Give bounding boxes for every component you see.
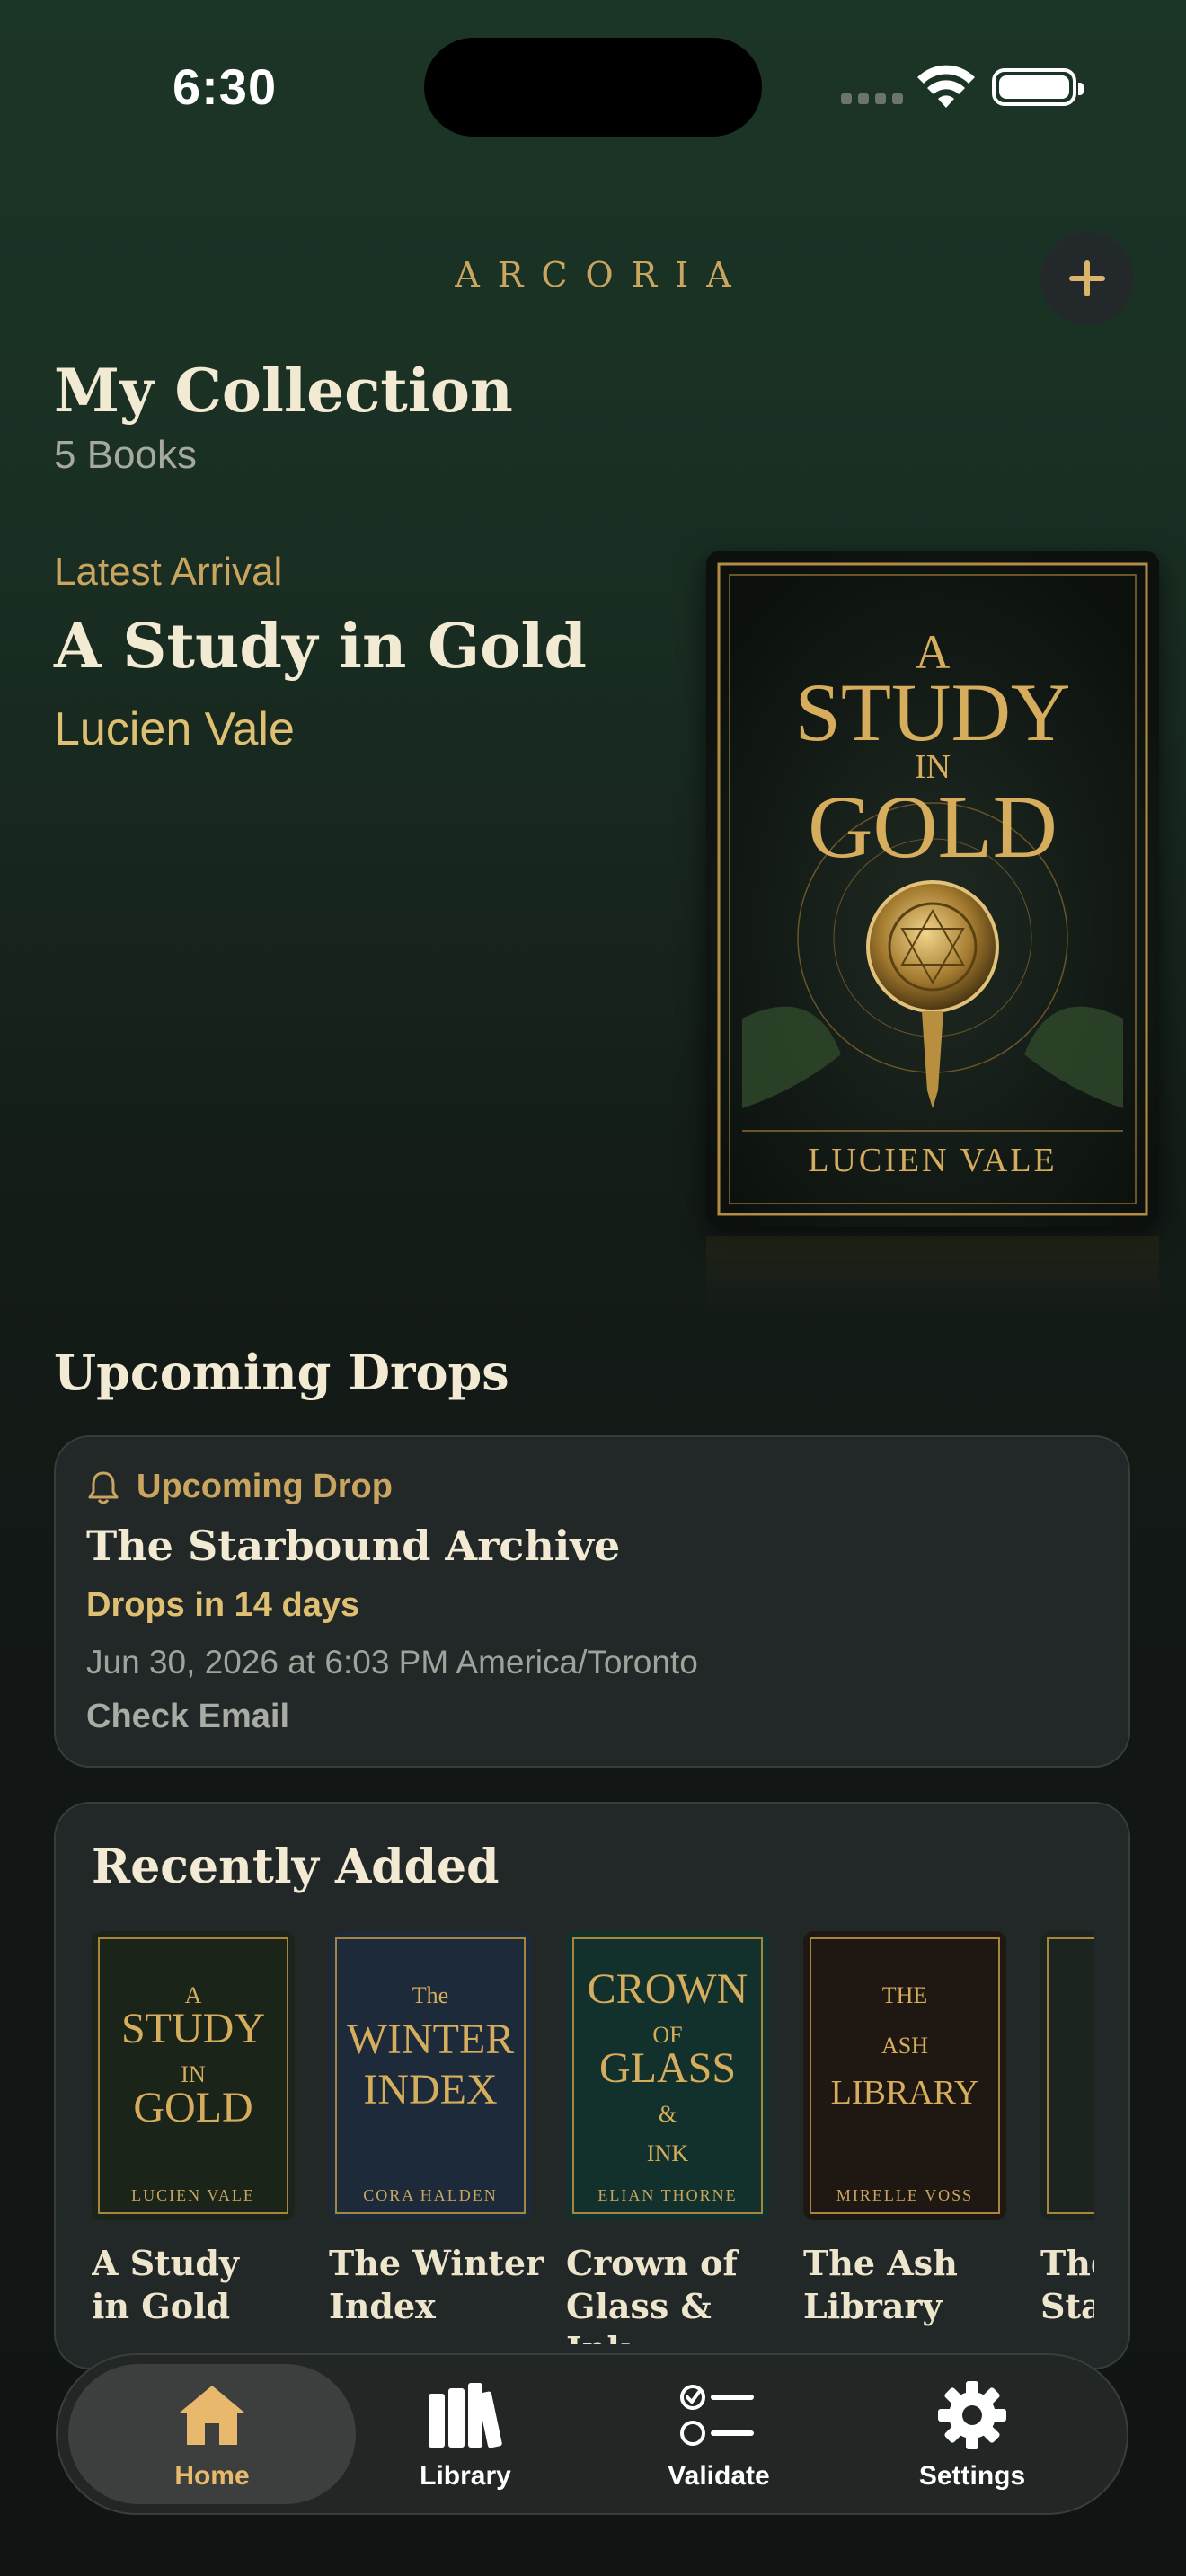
- svg-text:LUCIEN VALE: LUCIEN VALE: [808, 1142, 1058, 1179]
- recent-book-item[interactable]: STA TheStar: [1040, 1931, 1094, 2328]
- tab-home[interactable]: Home: [95, 2375, 329, 2510]
- tab-settings[interactable]: Settings: [855, 2375, 1089, 2510]
- svg-text:CROWN: CROWN: [588, 1965, 748, 2013]
- recent-book-title-line: Library: [803, 2286, 943, 2326]
- svg-text:STUDY: STUDY: [121, 2005, 265, 2052]
- recent-book-title-line: in Gold: [92, 2286, 231, 2326]
- recent-book-title-line: Glass & Ink: [566, 2286, 712, 2344]
- recent-book-title: Crown ofGlass & Ink: [566, 2242, 782, 2344]
- tab-library[interactable]: Library: [349, 2375, 582, 2510]
- svg-text:LIBRARY: LIBRARY: [831, 2074, 979, 2112]
- svg-text:MIRELLE VOSS: MIRELLE VOSS: [836, 2186, 973, 2204]
- cellular-signal-icon: [841, 93, 904, 106]
- svg-text:ASH: ASH: [881, 2033, 928, 2059]
- recent-book-item[interactable]: A STUDY IN GOLD LUCIEN VALE A Study in Gold: [92, 1931, 295, 2328]
- recent-book-cover[interactable]: A STUDY IN GOLD LUCIEN VALE: [92, 1931, 295, 2220]
- recent-book-item[interactable]: THE ASH LIBRARY MIRELLE VOSS The Ash Library: [803, 1931, 1006, 2328]
- tab-home-label: Home: [174, 2461, 250, 2491]
- dynamic-island: [424, 38, 762, 137]
- recent-book-cover[interactable]: The WINTER INDEX CORA HALDEN: [329, 1931, 532, 2220]
- svg-text:INK: INK: [647, 2140, 688, 2166]
- tab-library-label: Library: [420, 2461, 511, 2491]
- battery-icon: [992, 68, 1084, 106]
- svg-text:THE: THE: [882, 1982, 928, 2008]
- latest-arrival-label: Latest Arrival: [54, 550, 283, 594]
- svg-text:GOLD: GOLD: [133, 2084, 252, 2131]
- recent-book-title-line: Index: [329, 2286, 436, 2326]
- check-email-link[interactable]: Check Email: [86, 1698, 289, 1736]
- recently-added-heading: Recently Added: [92, 1839, 500, 1894]
- recent-book-title: The Winter Index: [329, 2242, 544, 2328]
- svg-text:LUCIEN VALE: LUCIEN VALE: [131, 2186, 255, 2204]
- add-book-button[interactable]: [1040, 232, 1134, 325]
- cover-reflection: [706, 1236, 1159, 1317]
- latest-arrival-title[interactable]: A Study in Gold: [54, 611, 587, 683]
- upcoming-drop-countdown: Drops in 14 days: [86, 1586, 360, 1624]
- recent-book-item[interactable]: CROWN OF GLASS & INK ELIAN THORNE Crown of Glas…: [566, 1931, 769, 2344]
- recently-added-carousel[interactable]: A STUDY IN GOLD LUCIEN VALE A Study in Gold The…: [92, 1931, 1094, 2344]
- recent-book-cover[interactable]: STA: [1040, 1931, 1094, 2220]
- svg-text:INDEX: INDEX: [363, 2066, 497, 2113]
- recent-book-cover[interactable]: THE ASH LIBRARY MIRELLE VOSS: [803, 1931, 1006, 2220]
- tab-validate[interactable]: Validate: [602, 2375, 836, 2510]
- checklist-icon: [680, 2385, 754, 2446]
- recent-book-title: A Study in Gold: [92, 2242, 307, 2328]
- upcoming-drop-title: The Starbound Archive: [86, 1522, 621, 1570]
- svg-text:CORA HALDEN: CORA HALDEN: [363, 2186, 498, 2204]
- recent-book-title-line: A Study: [92, 2243, 239, 2283]
- gear-icon: [938, 2381, 1006, 2449]
- svg-text:WINTER: WINTER: [347, 2016, 515, 2063]
- books-icon: [429, 2383, 502, 2448]
- svg-text:The: The: [412, 1982, 448, 2008]
- svg-text:GLASS: GLASS: [599, 2044, 736, 2092]
- bell-icon: [88, 1471, 119, 1504]
- latest-arrival-cover[interactable]: A STUDY IN GOLD LUCIEN VALE: [706, 551, 1159, 1227]
- svg-text:GOLD: GOLD: [808, 777, 1058, 877]
- upcoming-drop-date: Jun 30, 2026 at 6:03 PM America/Toronto: [86, 1644, 698, 1681]
- upcoming-drop-tag-label: Upcoming Drop: [137, 1468, 393, 1505]
- book-count: 5 Books: [54, 433, 197, 477]
- tab-validate-label: Validate: [668, 2461, 770, 2491]
- recent-book-title-line: Crown of: [566, 2243, 738, 2283]
- status-time: 6:30: [173, 58, 278, 115]
- recent-book-title-line: The Ash: [803, 2243, 958, 2283]
- upcoming-drops-heading: Upcoming Drops: [54, 1344, 509, 1401]
- recent-book-cover[interactable]: CROWN OF GLASS & INK ELIAN THORNE: [566, 1931, 769, 2220]
- home-icon: [180, 2386, 244, 2445]
- recent-book-title-line: The: [1040, 2243, 1094, 2283]
- svg-text:STUDY: STUDY: [795, 666, 1071, 758]
- brand-title: ARCORIA: [455, 255, 749, 295]
- upcoming-drop-tag: Upcoming Drop: [86, 1468, 393, 1506]
- recent-book-title-line: Star: [1040, 2286, 1094, 2326]
- svg-text:ELIAN THORNE: ELIAN THORNE: [597, 2186, 737, 2204]
- recent-book-item[interactable]: The WINTER INDEX CORA HALDEN The Winter Index: [329, 1931, 544, 2328]
- recent-book-title: TheStar: [1040, 2242, 1094, 2328]
- recent-book-title-line: The Winter: [329, 2243, 544, 2283]
- plus-icon: [1069, 260, 1105, 296]
- recent-book-title: The Ash Library: [803, 2242, 1019, 2328]
- page-title: My Collection: [54, 356, 513, 426]
- latest-arrival-author: Lucien Vale: [54, 703, 295, 755]
- wifi-icon: [917, 65, 975, 108]
- tab-settings-label: Settings: [918, 2461, 1026, 2491]
- svg-text:&: &: [659, 2101, 677, 2127]
